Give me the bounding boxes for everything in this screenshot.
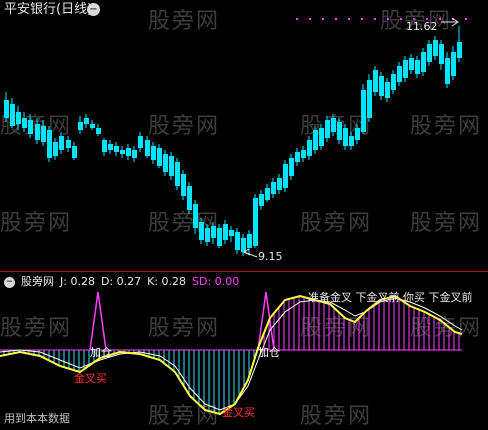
signal-spikes (89, 291, 275, 351)
signal-add-position-2: 加仓 (258, 346, 280, 359)
signal-golden-cross-1: 金叉买 (74, 372, 107, 385)
signal-spike (89, 291, 107, 351)
indicator-bars (3, 296, 460, 414)
indicator-chart[interactable] (0, 0, 488, 426)
signal-add-position-1: 加仓 (90, 346, 112, 359)
bottom-note: 用到本本数据 (4, 412, 70, 425)
top-signal-text: 准备金叉 下金叉前 你买 下金叉前 (308, 291, 473, 304)
stock-chart-window: 平安银行(日线) − 股旁网 股旁网 股旁网 股旁网 股旁网 股旁网 股旁网 股… (0, 0, 488, 429)
signal-golden-cross-2: 金叉买 (222, 406, 255, 419)
